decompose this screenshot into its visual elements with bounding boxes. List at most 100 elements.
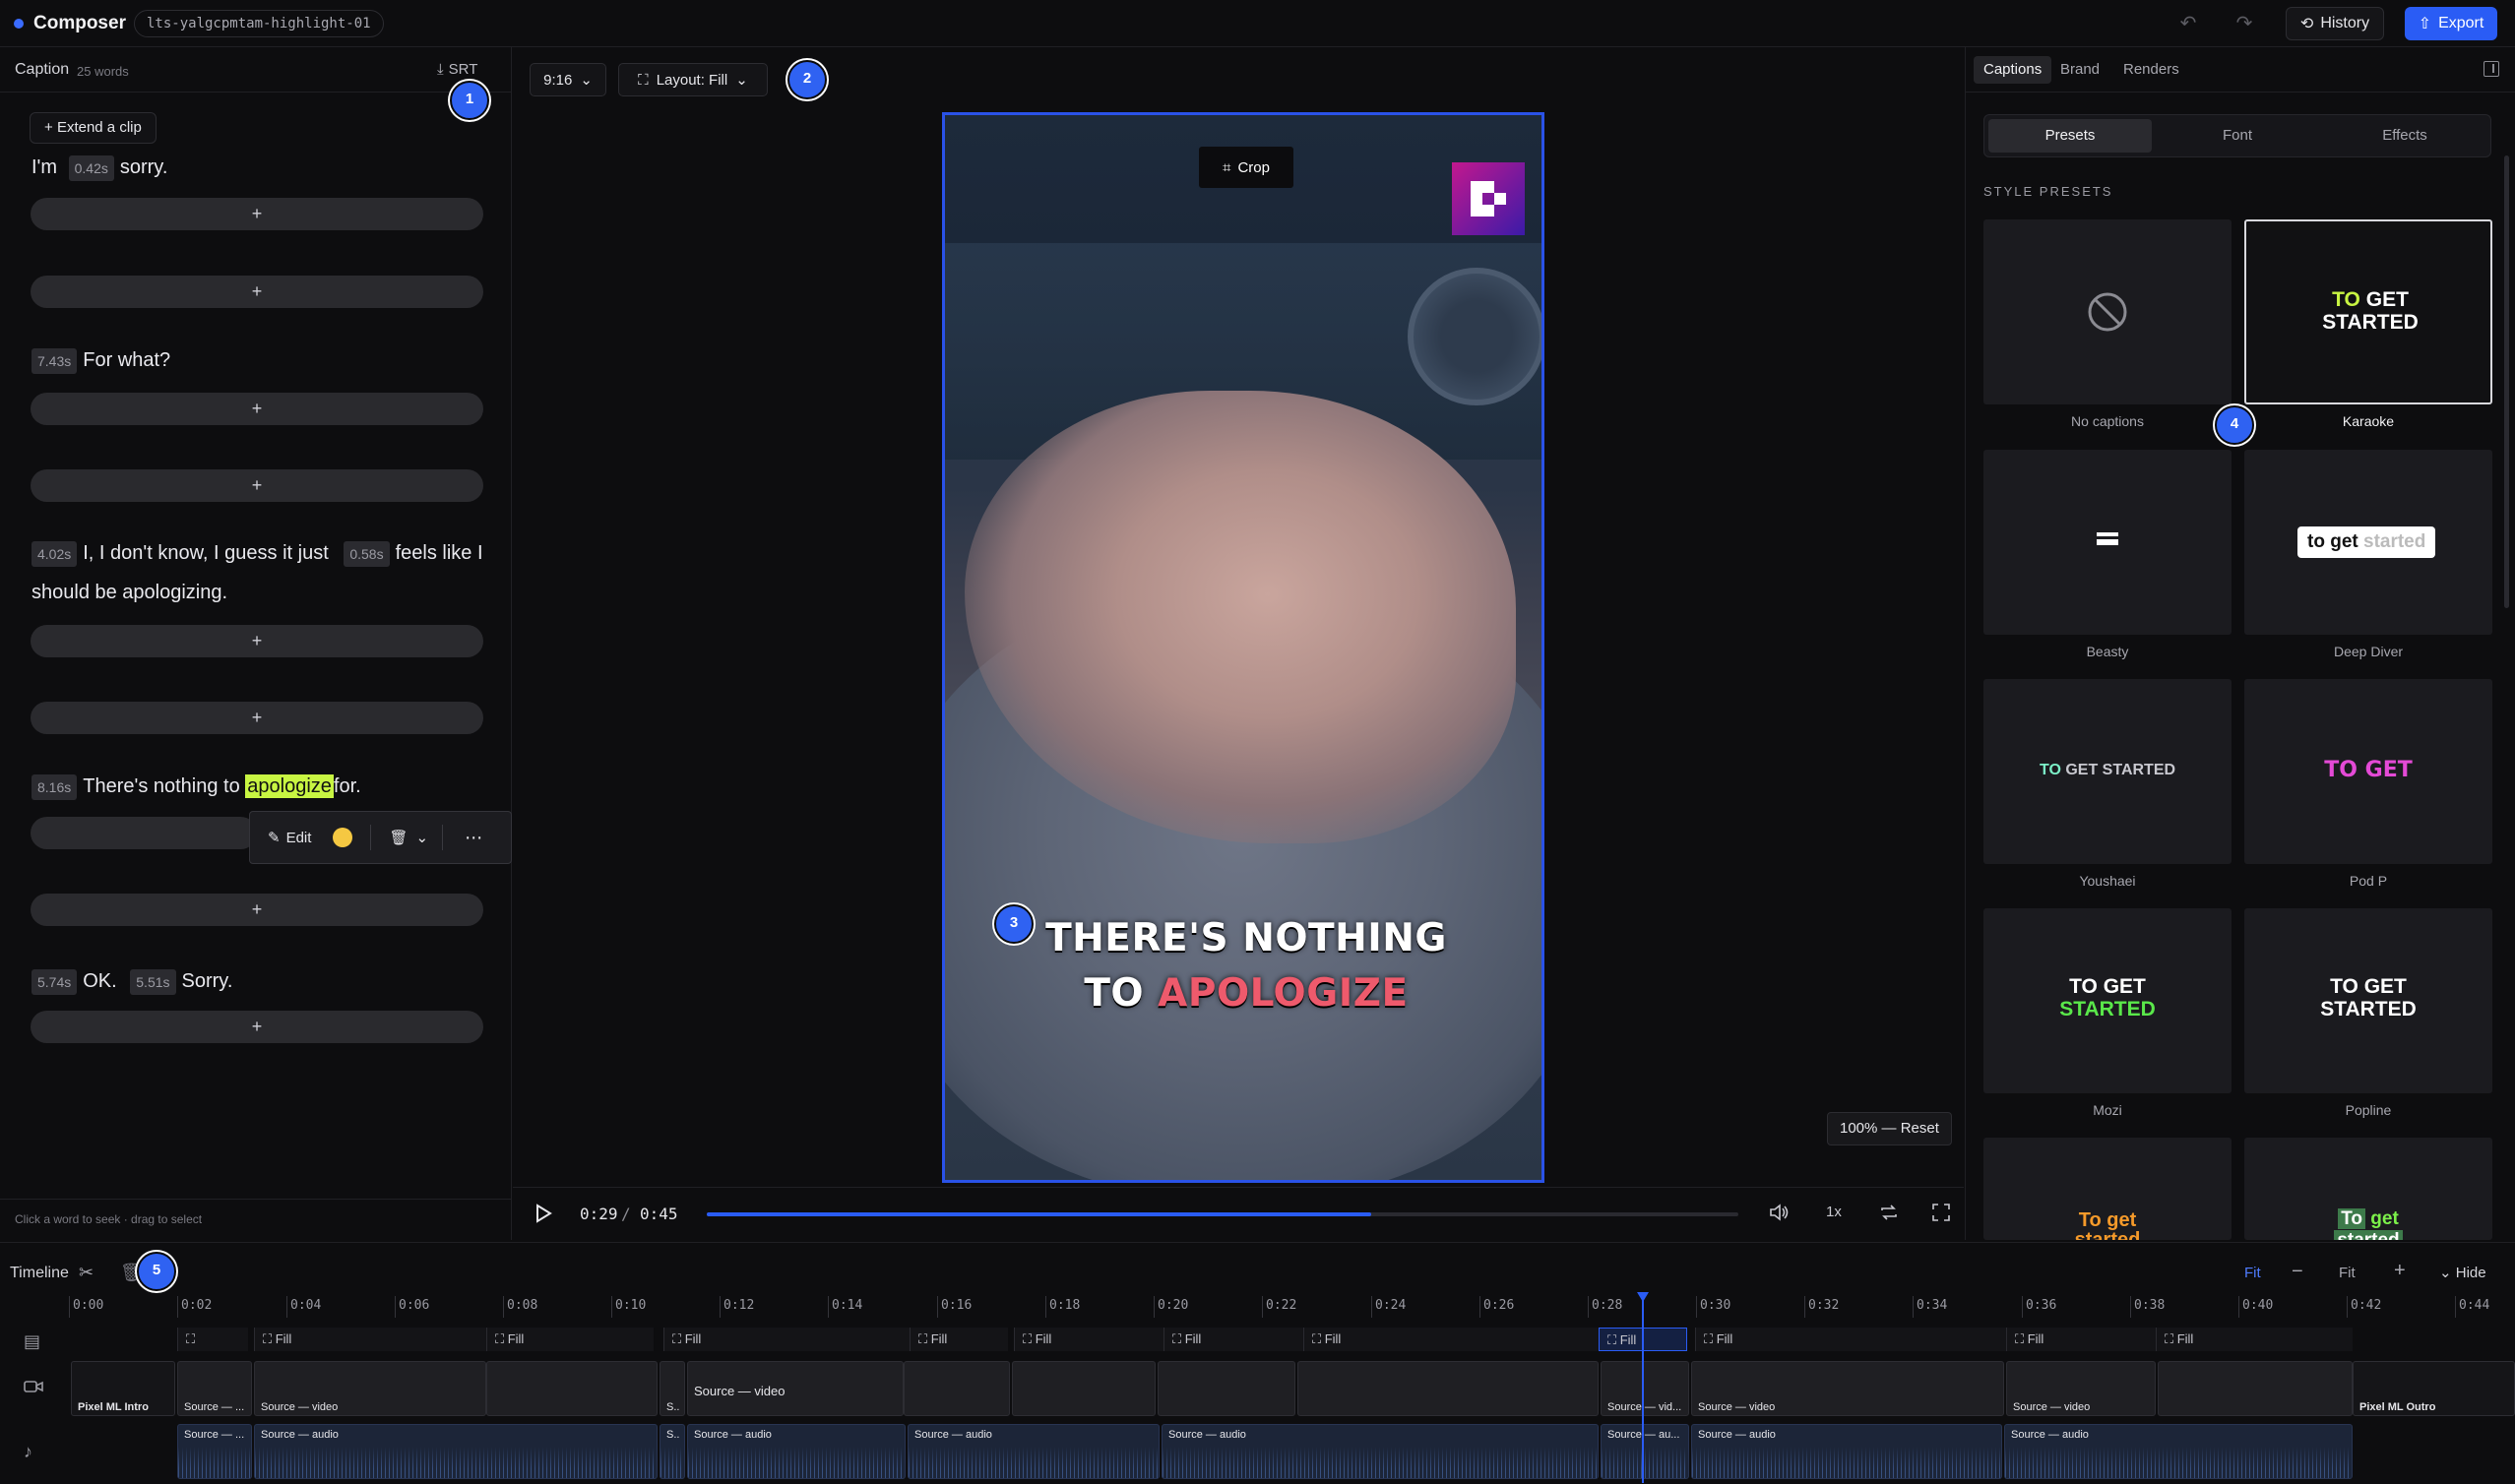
tab-brand[interactable]: Brand — [2050, 56, 2109, 84]
add-caption-button[interactable]: + — [31, 393, 483, 425]
caption-word[interactable]: I, I don't know, I guess it just — [83, 542, 329, 564]
layout-fill-chip[interactable]: ⛶ Fill — [1303, 1328, 1599, 1351]
audio-clip[interactable]: Source — audio — [1162, 1424, 1599, 1479]
selected-caption-word[interactable]: apologize — [245, 774, 334, 798]
layout-fill-chip[interactable]: ⛶ Fill — [663, 1328, 910, 1351]
caption-word[interactable]: Sorry. — [182, 970, 233, 992]
layout-fill-chip[interactable]: ⛶ Fill — [1695, 1328, 2006, 1351]
video-clip[interactable]: Pixel ML Outro — [2353, 1361, 2515, 1416]
layout-fill-chip[interactable]: ⛶ Fill — [910, 1328, 1008, 1351]
caption-word[interactable]: I'm — [31, 156, 57, 178]
timeline-ruler[interactable]: 0:00 0:02 0:04 0:06 0:08 0:10 0:12 0:14 0:16 0:18… — [68, 1294, 2515, 1322]
seek-bar[interactable] — [707, 1212, 1738, 1216]
gap-timestamp[interactable]: 8.16s — [31, 773, 78, 800]
add-caption-button[interactable]: + — [31, 625, 483, 657]
redo-icon[interactable]: ↷ — [2230, 10, 2259, 37]
audio-clip[interactable]: S.. — [660, 1424, 685, 1479]
delete-word-button[interactable]: 🗑 ⌄ — [389, 829, 428, 846]
audio-clip[interactable]: Source — audio — [1691, 1424, 2002, 1479]
preset-beasty[interactable] — [1983, 450, 2232, 635]
loop-icon[interactable] — [1878, 1203, 1900, 1227]
video-clip[interactable] — [1297, 1361, 1599, 1416]
aspect-ratio-select[interactable]: 9:16 ⌄ — [530, 63, 606, 96]
play-icon[interactable] — [534, 1204, 554, 1223]
preset-green-box[interactable]: To getstarted — [2244, 1138, 2492, 1240]
add-caption-button[interactable]: + — [31, 469, 483, 502]
subtab-font[interactable]: Font — [2156, 119, 2319, 153]
add-caption-button[interactable]: + — [31, 894, 483, 926]
subtitle-line-1[interactable]: THERE'S NOTHING — [945, 916, 1541, 960]
video-clip[interactable] — [904, 1361, 1010, 1416]
playhead[interactable] — [1637, 1292, 1649, 1483]
layout-fill-chip[interactable]: ⛶ Fill — [1163, 1328, 1303, 1351]
add-caption-button[interactable]: + — [31, 1011, 483, 1043]
add-caption-button[interactable]: + — [31, 702, 483, 734]
preset-deep-diver[interactable]: to get started — [2244, 450, 2492, 635]
gap-timestamp[interactable]: 5.74s — [31, 968, 78, 995]
audio-clip[interactable]: Source — au... — [1601, 1424, 1689, 1479]
word-color-swatch[interactable] — [333, 828, 353, 847]
subtitle-line-2[interactable]: TO APOLOGIZE — [945, 971, 1541, 1016]
video-clip[interactable]: Source — video — [254, 1361, 486, 1416]
fit-zoom-button[interactable]: Fit — [2244, 1265, 2261, 1281]
style-panel-scrollbar[interactable] — [2504, 155, 2509, 608]
caption-word[interactable]: sorry. — [120, 156, 168, 178]
layout-fill-chip[interactable]: ⛶ Fill — [486, 1328, 654, 1351]
caption-word[interactable]: OK. — [83, 970, 116, 992]
video-clip[interactable]: Source — ... — [177, 1361, 252, 1416]
add-caption-button[interactable]: + — [31, 198, 483, 230]
layout-fill-chip[interactable]: ⛶ Fill — [254, 1328, 486, 1351]
audio-clip[interactable]: Source — audio — [687, 1424, 906, 1479]
caption-word[interactable]: For what? — [83, 349, 170, 371]
gap-timestamp[interactable]: 4.02s — [31, 540, 78, 567]
export-button[interactable]: ⇧ Export — [2405, 7, 2497, 40]
video-clip[interactable] — [486, 1361, 658, 1416]
layout-fill-chip[interactable]: ⛶ Fill — [2006, 1328, 2156, 1351]
video-clip[interactable]: S.. — [660, 1361, 685, 1416]
caption-word[interactable]: There's nothing to — [83, 775, 239, 797]
fit-zoom-value[interactable]: Fit — [2339, 1265, 2356, 1281]
brand-logo-icon[interactable] — [1452, 162, 1525, 235]
subtab-effects[interactable]: Effects — [2323, 119, 2486, 153]
gap-timestamp[interactable]: 0.58s — [344, 540, 390, 567]
video-clip[interactable] — [1012, 1361, 1156, 1416]
video-clip[interactable]: Source — video — [1691, 1361, 2004, 1416]
undo-icon[interactable]: ↶ — [2173, 10, 2203, 37]
volume-icon[interactable] — [1769, 1203, 1791, 1227]
gap-timestamp[interactable]: 5.51s — [130, 968, 176, 995]
gap-timestamp[interactable]: 0.42s — [68, 155, 114, 181]
preset-no-captions[interactable] — [1983, 219, 2232, 404]
video-clip[interactable]: Source — video — [687, 1361, 904, 1416]
preset-pod-p[interactable]: TO GET — [2244, 679, 2492, 864]
gap-timestamp[interactable]: 7.43s — [31, 347, 78, 374]
add-caption-button[interactable] — [31, 817, 257, 849]
subtab-presets[interactable]: Presets — [1988, 119, 2152, 153]
add-caption-button[interactable]: + — [31, 276, 483, 308]
hide-timeline-button[interactable]: ⌄ Hide — [2439, 1264, 2486, 1281]
audio-clip[interactable]: Source — audio — [908, 1424, 1160, 1479]
fullscreen-icon[interactable] — [1931, 1203, 1951, 1227]
caption-word[interactable]: for. — [334, 775, 361, 797]
crop-button[interactable]: ⌗ Crop — [1199, 147, 1293, 188]
video-clip[interactable]: Pixel ML Intro — [71, 1361, 175, 1416]
panel-collapse-icon[interactable] — [2484, 61, 2499, 77]
more-options-icon[interactable]: ⋯ — [465, 828, 482, 848]
video-preview[interactable]: ⌗ Crop THERE'S NOTHING TO APOLOGIZE — [942, 112, 1544, 1183]
zoom-out-icon[interactable]: − — [2292, 1261, 2303, 1283]
layout-fill-chip[interactable]: ⛶ — [177, 1328, 248, 1351]
project-id-pill[interactable]: lts-yalgcpmtam-highlight-01 — [134, 10, 384, 37]
video-clip[interactable] — [2158, 1361, 2353, 1416]
layout-fill-chip[interactable]: ⛶ Fill — [2156, 1328, 2353, 1351]
audio-clip[interactable]: Source — ... — [177, 1424, 252, 1479]
preset-orange[interactable]: To get started — [1983, 1138, 2232, 1240]
history-button[interactable]: ⟲ History — [2286, 7, 2384, 40]
video-clip[interactable]: Source — video — [2006, 1361, 2156, 1416]
tab-captions[interactable]: Captions — [1974, 56, 2052, 84]
video-clip[interactable]: Source — vid... — [1601, 1361, 1689, 1416]
layout-select[interactable]: ⛶ Layout: Fill ⌄ — [618, 63, 768, 96]
edit-word-button[interactable]: ✎ Edit — [268, 829, 311, 847]
scissors-icon[interactable]: ✂ — [79, 1263, 94, 1283]
preset-mozi[interactable]: TO GET STARTED — [1983, 908, 2232, 1093]
video-clip[interactable] — [1158, 1361, 1295, 1416]
preset-karaoke[interactable]: TO GET STARTED — [2244, 219, 2492, 404]
